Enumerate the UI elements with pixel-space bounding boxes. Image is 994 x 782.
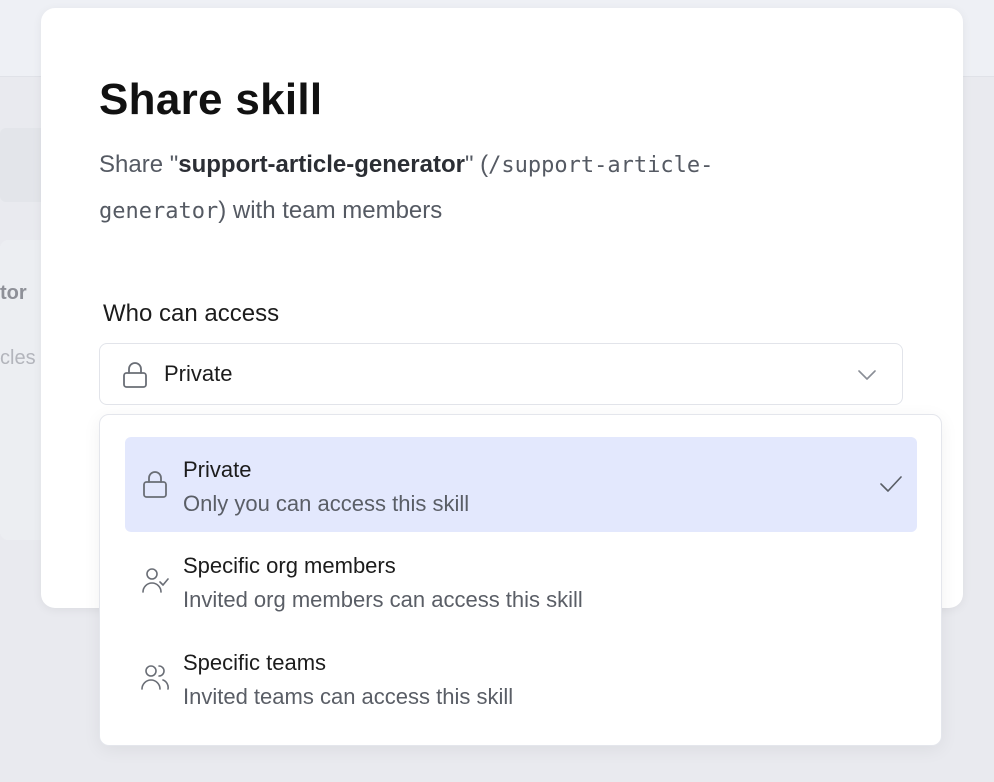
modal-title: Share skill xyxy=(99,75,323,124)
modal-description: Share "support-article-generator" (/supp… xyxy=(99,142,839,234)
background-item-title: tor xyxy=(0,282,27,304)
access-select[interactable]: Private xyxy=(99,343,903,405)
lock-icon xyxy=(123,362,147,388)
user-check-icon xyxy=(142,568,169,593)
chevron-down-icon xyxy=(858,370,876,380)
check-icon xyxy=(880,476,902,492)
description-suffix: ) with team members xyxy=(218,197,443,224)
option-title: Specific org members xyxy=(183,553,396,578)
lock-icon xyxy=(143,471,167,498)
option-description: Only you can access this skill xyxy=(183,491,470,516)
option-description: Invited org members can access this skil… xyxy=(183,587,583,612)
option-specific-teams[interactable]: Specific teams Invited teams can access … xyxy=(125,630,917,725)
access-dropdown-menu: Private Only you can access this skill S… xyxy=(99,414,942,746)
background-item-subtitle: cles xyxy=(0,347,36,369)
option-title: Private xyxy=(183,457,252,482)
skill-name: support-article-generator xyxy=(178,151,465,178)
access-select-value: Private xyxy=(164,361,233,386)
description-middle: " ( xyxy=(464,151,489,178)
option-description: Invited teams can access this skill xyxy=(183,684,514,709)
option-private[interactable]: Private Only you can access this skill xyxy=(125,437,917,532)
users-icon xyxy=(141,665,169,690)
option-specific-org-members[interactable]: Specific org members Invited org members… xyxy=(125,533,917,628)
who-can-access-label: Who can access xyxy=(103,300,280,327)
option-title: Specific teams xyxy=(183,650,327,675)
description-prefix: Share " xyxy=(99,151,179,178)
